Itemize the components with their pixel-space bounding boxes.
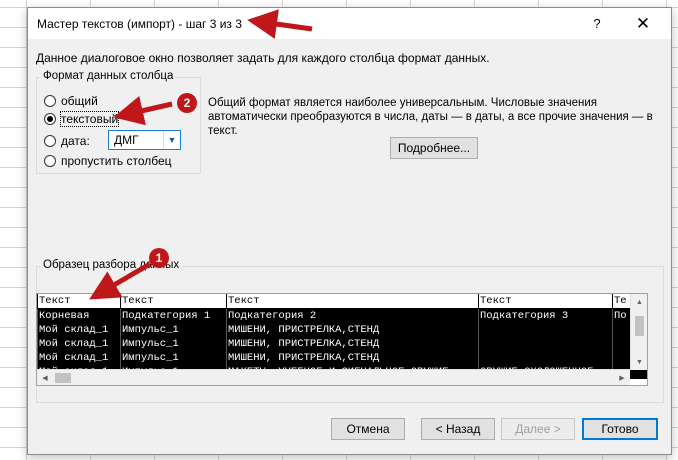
preview-cell: Корневая bbox=[37, 309, 120, 323]
help-button[interactable]: ? bbox=[577, 8, 617, 39]
date-format-select[interactable]: ДМГ ▼ bbox=[108, 130, 181, 150]
data-preview[interactable]: Текст Текст Текст Текст Те Корневая Подкатегор… bbox=[36, 293, 648, 386]
preview-row[interactable]: Мой склад_1 Импульс_1 МИШЕНИ, ПРИСТРЕЛКА,С… bbox=[37, 337, 647, 351]
window-title: Мастер текстов (импорт) - шаг 3 из 3 bbox=[37, 17, 242, 31]
preview-cell: Мой склад_1 bbox=[37, 351, 120, 365]
format-description: Общий формат является наиболее универсал… bbox=[208, 97, 653, 137]
next-button[interactable]: Далее > bbox=[501, 418, 575, 440]
column-format-group-label: Формат данных столбца bbox=[41, 70, 176, 82]
radio-general[interactable]: общий bbox=[44, 94, 98, 108]
preview-column-header[interactable]: Текст bbox=[478, 294, 612, 308]
radio-date-label: дата: bbox=[61, 134, 90, 148]
annotation-badge-2: 2 bbox=[177, 93, 197, 113]
radio-date-circle[interactable] bbox=[44, 135, 56, 147]
radio-text-circle[interactable] bbox=[44, 113, 56, 125]
preview-cell bbox=[478, 323, 612, 337]
preview-cell bbox=[478, 337, 612, 351]
preview-cell: Подкатегория 2 bbox=[226, 309, 478, 323]
title-bar: Мастер текстов (импорт) - шаг 3 из 3 ? ✕ bbox=[28, 8, 671, 39]
scroll-right-icon[interactable]: ▶ bbox=[614, 370, 630, 385]
back-button[interactable]: < Назад bbox=[421, 418, 495, 440]
vertical-scrollbar[interactable]: ▲ ▼ bbox=[630, 294, 647, 370]
close-button[interactable]: ✕ bbox=[623, 8, 663, 39]
intro-text: Данное диалоговое окно позволяет задать … bbox=[36, 51, 490, 65]
preview-cell bbox=[478, 351, 612, 365]
radio-skip-column-label: пропустить столбец bbox=[61, 154, 172, 168]
preview-cell: МИШЕНИ, ПРИСТРЕЛКА,СТЕНД bbox=[226, 337, 478, 351]
radio-text-label: текстовый bbox=[59, 111, 120, 127]
annotation-badge-1: 1 bbox=[149, 248, 169, 268]
preview-row[interactable]: Мой склад_1 Импульс_1 МИШЕНИ, ПРИСТРЕЛКА,С… bbox=[37, 351, 647, 365]
preview-cell: Подкатегория 1 bbox=[120, 309, 226, 323]
radio-general-circle[interactable] bbox=[44, 95, 56, 107]
chevron-down-icon[interactable]: ▼ bbox=[163, 131, 180, 149]
preview-cell: Подкатегория 3 bbox=[478, 309, 612, 323]
preview-cell: Мой склад_1 bbox=[37, 323, 120, 337]
scroll-left-icon[interactable]: ◀ bbox=[37, 370, 53, 385]
preview-row[interactable]: Мой склад_1 Импульс_1 МИШЕНИ, ПРИСТРЕЛКА,С… bbox=[37, 323, 647, 337]
radio-skip-column[interactable]: пропустить столбец bbox=[44, 154, 172, 168]
preview-cell: МИШЕНИ, ПРИСТРЕЛКА,СТЕНД bbox=[226, 351, 478, 365]
preview-cell: Мой склад_1 bbox=[37, 337, 120, 351]
preview-table: Текст Текст Текст Текст Те Корневая Подкатегор… bbox=[37, 294, 647, 379]
scroll-down-icon[interactable]: ▼ bbox=[631, 354, 647, 370]
preview-cell: Импульс_1 bbox=[120, 323, 226, 337]
horizontal-scrollbar[interactable]: ◀ ▶ bbox=[37, 369, 630, 385]
preview-column-header[interactable]: Текст bbox=[37, 294, 120, 308]
date-format-value: ДМГ bbox=[114, 133, 139, 147]
preview-cell: Импульс_1 bbox=[120, 337, 226, 351]
text-import-wizard-dialog: Мастер текстов (импорт) - шаг 3 из 3 ? ✕… bbox=[27, 7, 672, 455]
radio-date[interactable]: дата: bbox=[44, 134, 90, 148]
cancel-button[interactable]: Отмена bbox=[331, 418, 405, 440]
preview-column-header[interactable]: Текст bbox=[226, 294, 478, 308]
radio-text[interactable]: текстовый bbox=[44, 111, 120, 127]
preview-row[interactable]: Корневая Подкатегория 1 Подкатегория 2 Подк… bbox=[37, 309, 647, 323]
preview-column-header[interactable]: Текст bbox=[120, 294, 226, 308]
vertical-scroll-thumb[interactable] bbox=[635, 316, 644, 336]
scroll-up-icon[interactable]: ▲ bbox=[631, 294, 647, 310]
preview-cell: Импульс_1 bbox=[120, 351, 226, 365]
horizontal-scroll-thumb[interactable] bbox=[55, 373, 71, 383]
finish-button[interactable]: Готово bbox=[582, 418, 658, 440]
radio-general-label: общий bbox=[61, 94, 98, 108]
preview-cell: МИШЕНИ, ПРИСТРЕЛКА,СТЕНД bbox=[226, 323, 478, 337]
preview-header-row[interactable]: Текст Текст Текст Текст Те bbox=[37, 294, 647, 309]
radio-skip-column-circle[interactable] bbox=[44, 155, 56, 167]
details-button[interactable]: Подробнее... bbox=[390, 137, 478, 159]
